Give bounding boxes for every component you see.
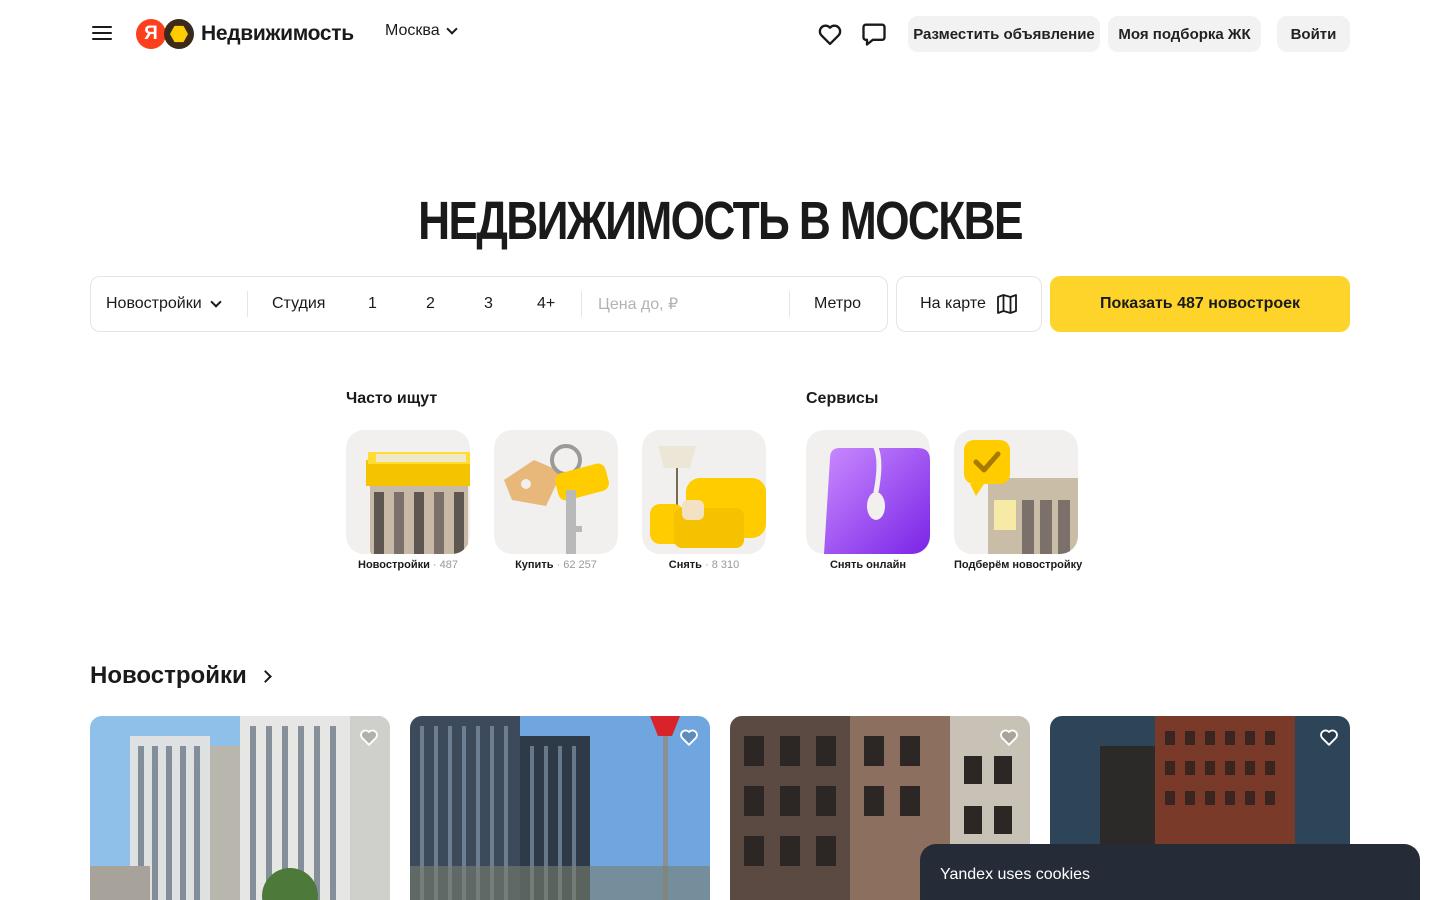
- divider: [789, 291, 790, 317]
- map-button[interactable]: На карте: [896, 276, 1042, 332]
- metro-button[interactable]: Метро: [814, 277, 861, 331]
- room-3[interactable]: 3: [484, 277, 493, 331]
- listing-card[interactable]: [410, 716, 710, 900]
- quick-label: Снять: [668, 559, 702, 571]
- quick-label: Новостройки: [358, 559, 430, 571]
- quick-caption: Купить · 62 257: [494, 559, 618, 571]
- quick-caption: Снять онлайн: [806, 559, 930, 571]
- quick-buy[interactable]: [494, 430, 618, 554]
- cookie-text: Yandex uses cookies: [940, 866, 1091, 883]
- section-title-label: Новостройки: [90, 662, 247, 689]
- quick-rent[interactable]: [642, 430, 766, 554]
- favorite-heart-icon[interactable]: [358, 726, 380, 748]
- quick-pick-new-building[interactable]: [954, 430, 1078, 554]
- brand-name: Недвижимость: [201, 22, 354, 45]
- room-1[interactable]: 1: [368, 277, 377, 331]
- listing-photo: [90, 716, 390, 900]
- chevron-right-icon: [258, 669, 272, 683]
- armchair-illustration-icon: [650, 446, 766, 548]
- page-title: НЕДВИЖИМОСТЬ В МОСКВЕ: [418, 191, 1023, 251]
- city-selector[interactable]: Москва: [385, 22, 458, 40]
- quick-label: Подберём новостройку: [954, 559, 1083, 571]
- cookie-banner: Yandex uses cookies: [920, 844, 1420, 900]
- show-results-button[interactable]: Показать 487 новостроек: [1050, 276, 1350, 332]
- building-illustration-icon: [366, 452, 470, 554]
- my-selection-button[interactable]: Моя подборка ЖК: [1108, 16, 1261, 52]
- quick-label: Снять онлайн: [829, 559, 907, 571]
- map-icon: [996, 294, 1017, 314]
- login-button[interactable]: Войти: [1277, 16, 1350, 52]
- quick-caption: Подберём новостройку: [954, 559, 1082, 571]
- heart-icon[interactable]: [816, 20, 844, 48]
- services-label: Сервисы: [806, 390, 879, 407]
- room-4-plus[interactable]: 4+: [537, 277, 555, 331]
- map-label: На карте: [920, 295, 986, 312]
- chevron-down-icon: [210, 296, 222, 308]
- chevron-down-icon: [445, 23, 458, 35]
- building-check-illustration-icon: [964, 440, 1078, 554]
- quick-count: · 487: [432, 559, 458, 571]
- listing-photo: [410, 716, 710, 900]
- listing-card[interactable]: [90, 716, 390, 900]
- quick-count: · 62 257: [556, 559, 597, 571]
- favorite-heart-icon[interactable]: [998, 726, 1020, 748]
- quick-new-buildings[interactable]: [346, 430, 470, 554]
- category-select[interactable]: Новостройки: [106, 277, 222, 331]
- category-label: Новостройки: [106, 295, 202, 312]
- logo[interactable]: Я Недвижимость: [136, 18, 354, 50]
- divider: [247, 291, 248, 317]
- section-title-new-buildings[interactable]: Новостройки: [90, 662, 272, 690]
- chat-icon[interactable]: [860, 20, 888, 48]
- search-bar: Новостройки Студия 1 2 3 4+ Цена до, ₽ М…: [90, 276, 888, 332]
- header: Я Недвижимость Москва Разместить объявле…: [0, 0, 1440, 68]
- post-ad-button[interactable]: Разместить объявление: [908, 16, 1100, 52]
- often-searched-label: Часто ищут: [346, 390, 438, 407]
- favorite-heart-icon[interactable]: [678, 726, 700, 748]
- room-2[interactable]: 2: [426, 277, 435, 331]
- menu-icon[interactable]: [90, 22, 114, 46]
- tag-illustration-icon: [824, 437, 930, 554]
- favorite-heart-icon[interactable]: [1318, 726, 1340, 748]
- quick-rent-online[interactable]: [806, 430, 930, 554]
- divider: [581, 291, 582, 317]
- quick-caption: Снять · 8 310: [642, 559, 766, 571]
- room-studio[interactable]: Студия: [272, 277, 325, 331]
- keys-illustration-icon: [504, 444, 609, 554]
- realty-logo-icon: [164, 19, 194, 49]
- price-input[interactable]: Цена до, ₽: [598, 277, 678, 331]
- yandex-logo-icon: Я: [136, 19, 166, 49]
- quick-label: Купить: [515, 559, 554, 571]
- quick-count: · 8 310: [704, 559, 740, 571]
- quick-caption: Новостройки · 487: [346, 559, 470, 571]
- city-label: Москва: [385, 22, 440, 39]
